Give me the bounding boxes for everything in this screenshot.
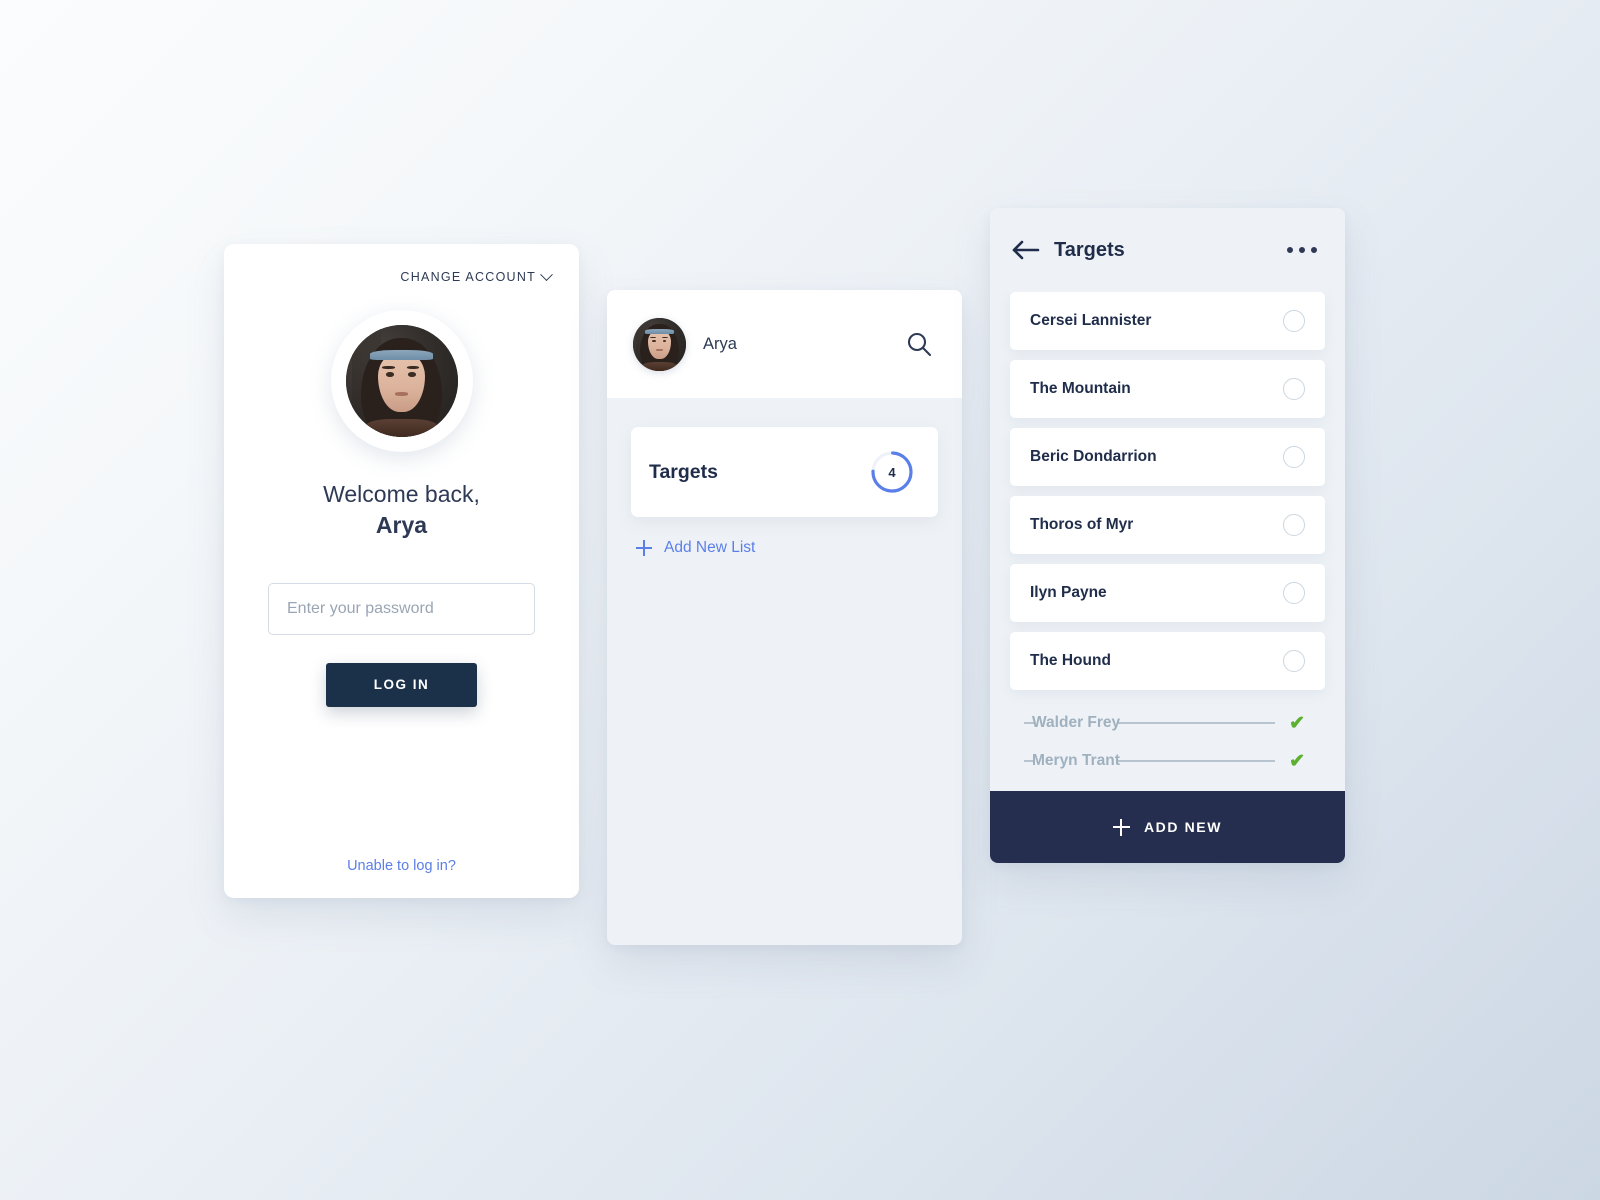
checkbox[interactable] — [1283, 650, 1305, 672]
targets-header: Targets — [990, 208, 1345, 292]
table-row-completed[interactable]: Walder Frey ✔ — [1010, 704, 1325, 742]
lists-card: Arya Targets 4 Add New List — [607, 290, 962, 945]
ellipsis-icon[interactable] — [1285, 241, 1319, 259]
login-card: CHANGE ACCOUNT Welcome back, Arya LOG IN… — [224, 244, 579, 898]
target-name: Walder Frey — [1032, 714, 1121, 731]
welcome-line: Welcome back, — [323, 481, 480, 507]
welcome-heading: Welcome back, Arya — [323, 480, 480, 541]
add-new-label: ADD NEW — [1143, 819, 1223, 835]
avatar-portrait — [633, 317, 686, 371]
change-account-button[interactable]: CHANGE ACCOUNT — [400, 267, 553, 284]
targets-list: Cersei Lannister The Mountain Beric Dond… — [990, 292, 1345, 791]
checkbox[interactable] — [1283, 582, 1305, 604]
lists-header: Arya — [607, 290, 962, 398]
chevron-down-icon — [540, 267, 553, 281]
target-name: The Hound — [1030, 652, 1111, 669]
login-button[interactable]: LOG IN — [326, 662, 477, 707]
table-row[interactable]: Cersei Lannister — [1010, 292, 1325, 350]
check-icon[interactable]: ✔ — [1289, 752, 1305, 771]
table-row[interactable]: Thoros of Myr — [1010, 496, 1325, 554]
check-icon[interactable]: ✔ — [1289, 714, 1305, 733]
targets-panel: Targets Cersei Lannister The Mountain Be… — [990, 208, 1345, 863]
avatar — [345, 325, 458, 437]
list-item-label: Targets — [649, 460, 718, 483]
target-name: Meryn Trant — [1032, 752, 1120, 769]
list-item-count: 4 — [888, 464, 896, 480]
completed-item: Meryn Trant — [1024, 752, 1289, 770]
avatar[interactable] — [633, 317, 686, 371]
progress-ring: 4 — [870, 450, 914, 494]
checkbox[interactable] — [1283, 514, 1305, 536]
welcome-username: Arya — [375, 512, 428, 539]
plus-icon — [1112, 818, 1130, 836]
strikethrough-line — [1117, 760, 1276, 762]
avatar-portrait — [345, 325, 458, 437]
change-account-label: CHANGE ACCOUNT — [400, 270, 536, 284]
checkbox[interactable] — [1283, 378, 1305, 400]
add-new-button[interactable]: ADD NEW — [990, 791, 1345, 863]
table-row[interactable]: Beric Dondarrion — [1010, 428, 1325, 486]
target-name: The Mountain — [1030, 380, 1131, 397]
unable-to-login-link[interactable]: Unable to log in? — [347, 858, 456, 874]
plus-icon — [636, 540, 652, 556]
add-new-list-button[interactable]: Add New List — [636, 539, 962, 557]
table-row-completed[interactable]: Meryn Trant ✔ — [1010, 742, 1325, 780]
target-name: Ilyn Payne — [1030, 584, 1107, 601]
target-name: Thoros of Myr — [1030, 516, 1134, 533]
checkbox[interactable] — [1283, 446, 1305, 468]
avatar-ring — [330, 310, 473, 452]
table-row[interactable]: Ilyn Payne — [1010, 564, 1325, 622]
strikethrough-line — [1118, 722, 1276, 724]
checkbox[interactable] — [1283, 310, 1305, 332]
list-item[interactable]: Targets 4 — [631, 427, 938, 517]
password-input[interactable] — [268, 582, 535, 635]
completed-item: Walder Frey — [1024, 714, 1289, 732]
page-title: Targets — [1054, 238, 1125, 261]
add-new-list-label: Add New List — [664, 539, 756, 556]
search-icon[interactable] — [906, 331, 932, 357]
target-name: Cersei Lannister — [1030, 312, 1152, 329]
table-row[interactable]: The Hound — [1010, 632, 1325, 690]
target-name: Beric Dondarrion — [1030, 448, 1157, 465]
lists-username: Arya — [703, 334, 737, 353]
table-row[interactable]: The Mountain — [1010, 360, 1325, 418]
arrow-left-icon[interactable] — [1008, 236, 1044, 264]
